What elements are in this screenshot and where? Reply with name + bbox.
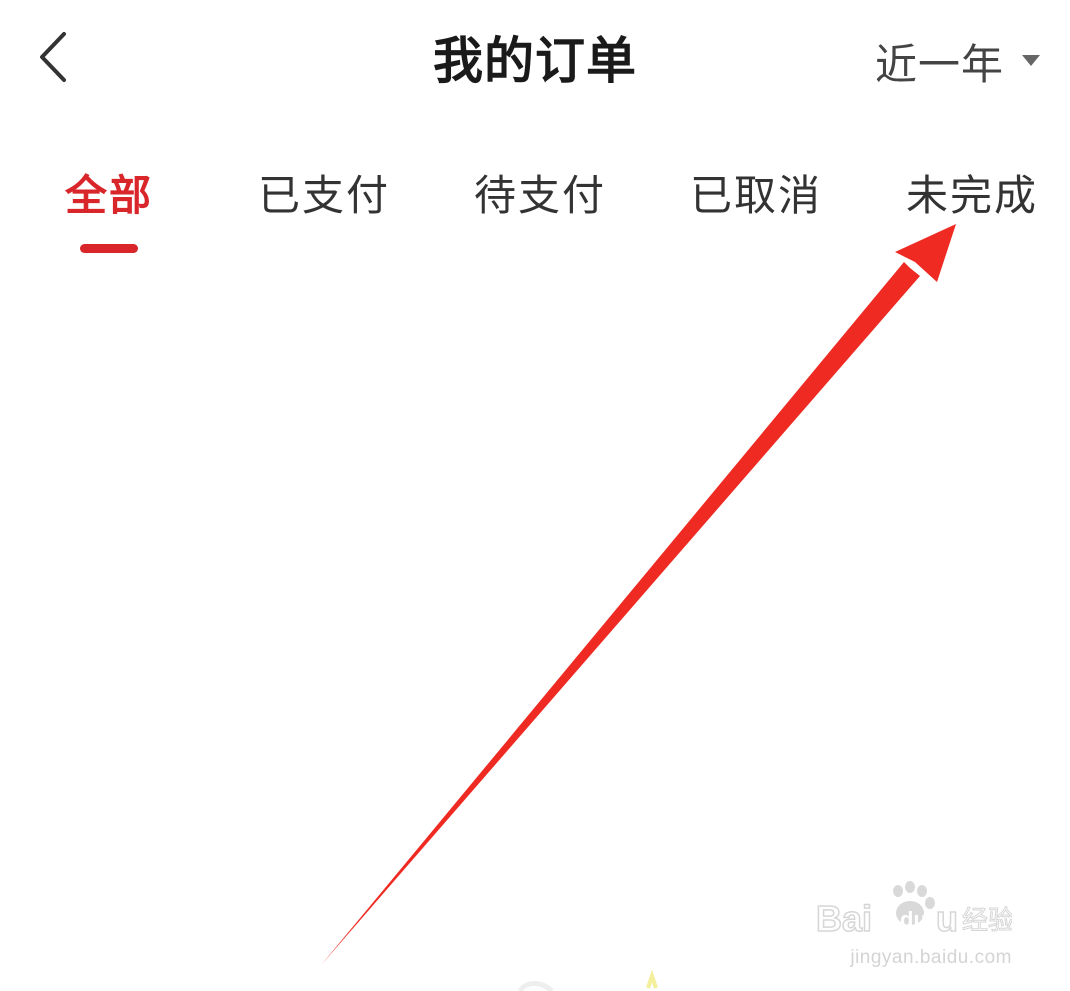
watermark: Bai u 经验 du jingyan.baidu.com	[812, 879, 1012, 969]
annotation-arrow-icon	[322, 224, 956, 964]
tab-label: 已取消	[689, 171, 822, 220]
tab-incomplete[interactable]: 未完成	[892, 160, 1052, 256]
tab-label: 全部	[64, 171, 153, 220]
tab-label: 待支付	[473, 171, 606, 220]
svg-text:Bai: Bai	[816, 898, 872, 939]
svg-text:u: u	[936, 898, 958, 939]
page: 我的订单 近一年 全部 已支付 待支付 已取消 未完成 Bai u 经验 du …	[0, 0, 1070, 991]
order-status-tabs: 全部 已支付 待支付 已取消 未完成	[0, 160, 1070, 260]
chevron-left-icon	[40, 32, 66, 82]
top-bar: 我的订单 近一年	[0, 0, 1070, 125]
period-selected-value: 近一年	[874, 39, 1004, 89]
back-button[interactable]	[24, 22, 84, 92]
caret-down-icon	[1022, 55, 1040, 66]
tab-cancelled[interactable]: 已取消	[676, 160, 836, 256]
tab-label: 未完成	[905, 171, 1038, 220]
svg-text:du: du	[900, 907, 927, 932]
active-tab-indicator	[80, 244, 138, 253]
tab-paid[interactable]: 已支付	[244, 160, 404, 256]
partial-content-glyph	[517, 969, 658, 991]
watermark-url: jingyan.baidu.com	[850, 947, 1012, 968]
svg-text:经验: 经验	[962, 906, 1012, 936]
tab-all[interactable]: 全部	[44, 160, 174, 256]
tab-pending-payment[interactable]: 待支付	[460, 160, 620, 256]
tab-label: 已支付	[257, 171, 390, 220]
baidu-jingyan-logo: Bai u 经验 du	[815, 881, 1012, 940]
period-dropdown[interactable]: 近一年	[875, 30, 1040, 92]
